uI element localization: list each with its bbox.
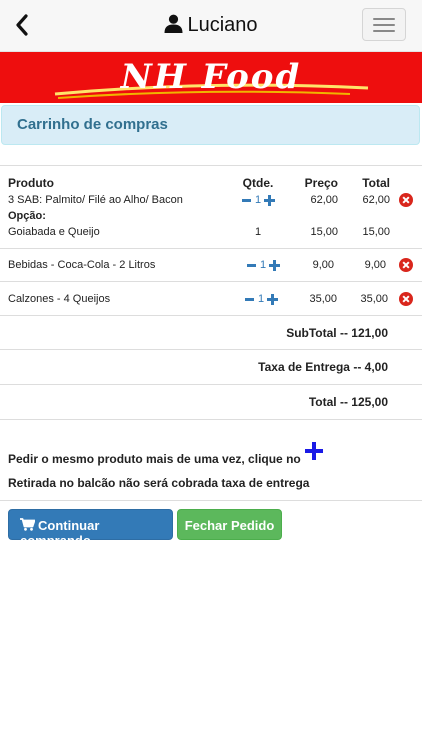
cart-panel-heading: Carrinho de compras [1, 105, 420, 145]
table-row-total: 35,00 [360, 293, 388, 305]
plus-icon[interactable] [264, 194, 276, 206]
minus-icon[interactable] [242, 198, 251, 202]
option-price: 15,00 [310, 226, 338, 238]
option-total: 15,00 [362, 226, 390, 238]
order-total: Total -- 125,00 [308, 395, 388, 409]
menu-toggle-button[interactable] [362, 8, 406, 41]
remove-item-icon[interactable] [399, 292, 413, 306]
pickup-note: Retirada no balcão não será cobrada taxa… [8, 476, 310, 490]
minus-icon[interactable] [247, 263, 256, 267]
table-row-product: Calzones - 4 Queijos [8, 293, 111, 305]
option-label: Opção: [8, 210, 46, 222]
table-row-total: 62,00 [362, 194, 390, 206]
quantity-stepper: 1 [245, 292, 279, 306]
divider [0, 500, 422, 501]
table-row-product: 3 SAB: Palmito/ Filé ao Alho/ Bacon [8, 194, 183, 206]
continue-shopping-button[interactable]: Continuar comprando [8, 509, 173, 548]
quantity-value: 1 [260, 259, 267, 271]
option-product: Goiabada e Queijo [8, 226, 100, 238]
subtotal: SubTotal -- 121,00 [286, 326, 388, 340]
user-display: Luciano [0, 14, 422, 37]
brand-logo: NH Food [120, 57, 302, 97]
plus-icon [305, 442, 323, 460]
shopping-cart-icon [20, 518, 36, 531]
close-order-button[interactable]: Fechar Pedido [177, 509, 282, 540]
page-title: Carrinho de compras [17, 116, 168, 133]
quantity-stepper: 1 [247, 258, 281, 272]
quantity-value: 1 [255, 194, 262, 206]
col-header-qty: Qtde. [242, 176, 274, 190]
hamburger-icon [373, 18, 395, 20]
quantity-stepper: 1 [242, 193, 276, 207]
brand-banner: NH Food [0, 52, 422, 103]
col-header-price: Preço [304, 176, 338, 190]
delivery-fee: Taxa de Entrega -- 4,00 [258, 360, 388, 374]
close-order-label: Fechar Pedido [184, 518, 275, 533]
option-qty: 1 [254, 226, 262, 238]
plus-icon[interactable] [269, 259, 281, 271]
repeat-product-note: Pedir o mesmo produto mais de uma vez, c… [8, 452, 301, 466]
divider [0, 248, 422, 249]
divider [0, 315, 422, 316]
col-header-total: Total [362, 176, 390, 190]
minus-icon[interactable] [245, 297, 254, 301]
remove-item-icon[interactable] [399, 193, 413, 207]
divider [0, 165, 422, 166]
divider [0, 349, 422, 350]
table-row-total: 9,00 [364, 259, 386, 271]
top-navbar: Luciano [0, 0, 422, 52]
table-row-product: Bebidas - Coca-Cola - 2 Litros [8, 259, 156, 271]
quantity-value: 1 [258, 293, 265, 305]
divider [0, 281, 422, 282]
remove-item-icon[interactable] [399, 258, 413, 272]
divider [0, 419, 422, 420]
table-row-price: 9,00 [312, 259, 334, 271]
col-header-product: Produto [8, 176, 54, 190]
table-row-price: 35,00 [309, 293, 337, 305]
table-row-price: 62,00 [310, 194, 338, 206]
user-name: Luciano [187, 14, 258, 36]
user-icon [164, 14, 183, 33]
plus-icon[interactable] [267, 293, 279, 305]
divider [0, 384, 422, 385]
